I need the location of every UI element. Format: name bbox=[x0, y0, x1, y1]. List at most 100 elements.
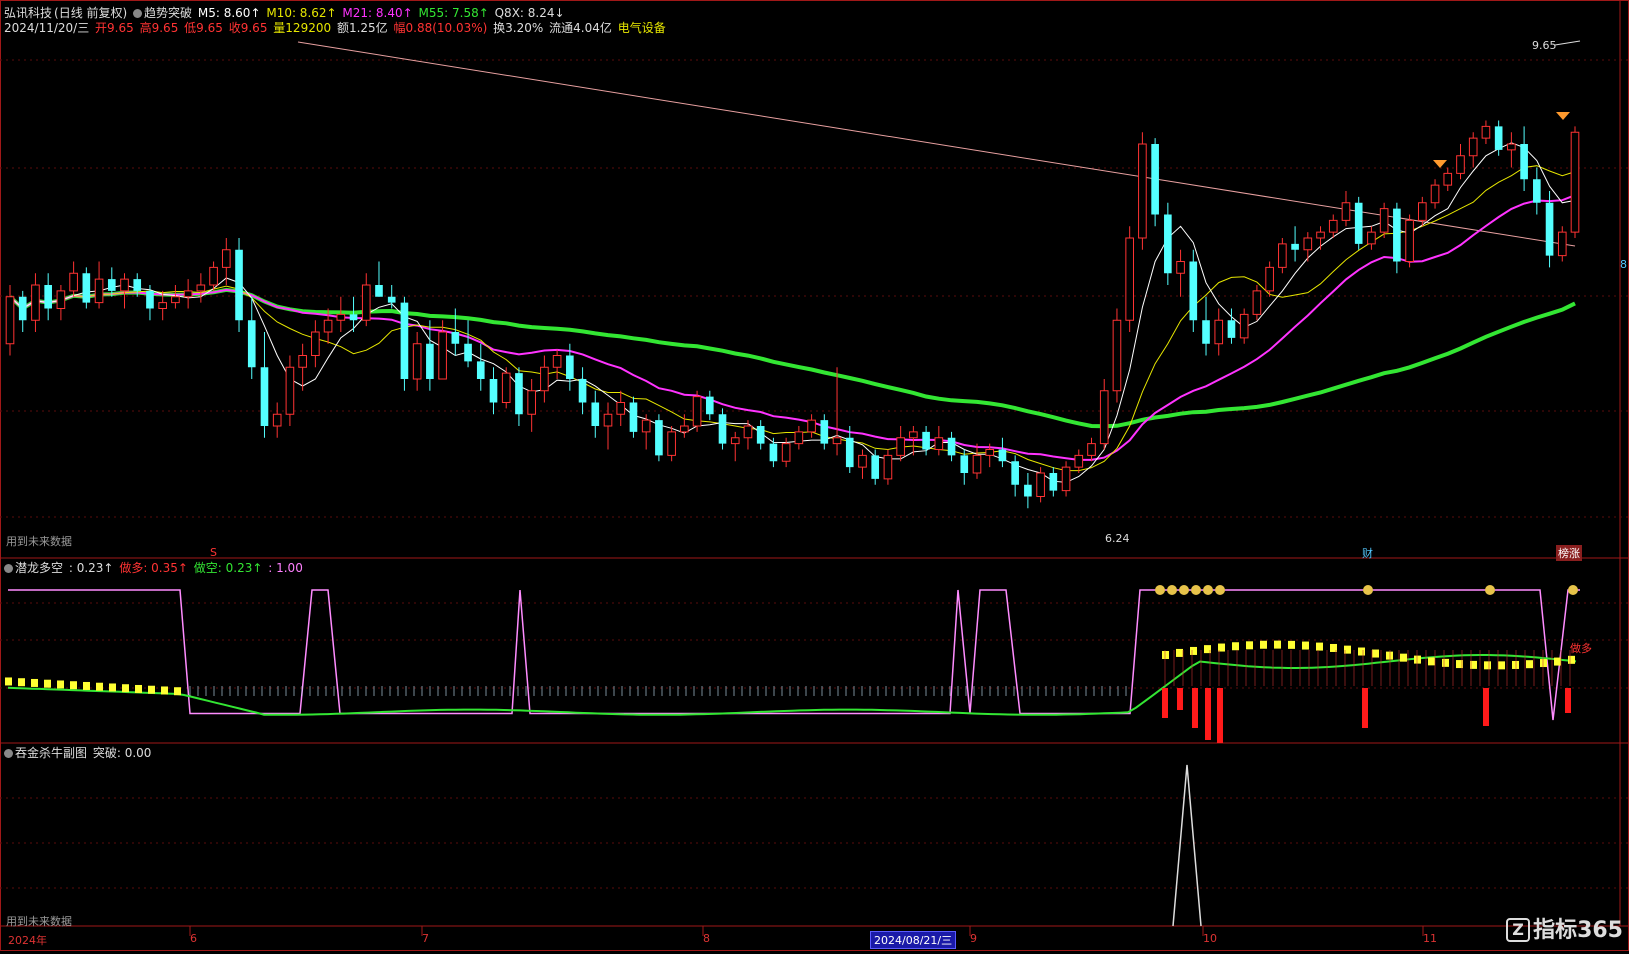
axis-label-jul: 7 bbox=[422, 932, 429, 945]
sub1-settings-circle-icon[interactable] bbox=[4, 564, 13, 573]
candle-body-up bbox=[794, 431, 804, 445]
sub1-yellow-square bbox=[1260, 640, 1267, 649]
sub1-short-value: 做空: 0.23↑ bbox=[193, 561, 263, 575]
sub2-header: 吞金杀牛副图 突破: 0.00 bbox=[4, 746, 153, 760]
low-price-label: 6.24 bbox=[1105, 532, 1130, 545]
quote-sector[interactable]: 电气设备 bbox=[618, 21, 666, 35]
candle-body-up bbox=[540, 366, 549, 392]
candle-body-up bbox=[1405, 219, 1414, 262]
candle-body-up bbox=[272, 413, 282, 427]
candle-body-down bbox=[489, 379, 498, 403]
candle-body-up bbox=[361, 284, 371, 321]
candle-body-down bbox=[1393, 208, 1401, 262]
candle-body-down bbox=[387, 296, 396, 303]
candle-body-down bbox=[18, 296, 27, 321]
quote-date: 2024/11/20/三 bbox=[4, 21, 90, 35]
chart-stage[interactable] bbox=[0, 0, 1629, 951]
candle-body-up bbox=[336, 313, 346, 321]
high-arrow-line bbox=[1554, 40, 1581, 46]
sub1-yellow-square bbox=[174, 687, 181, 696]
sub1-red-bar bbox=[1205, 688, 1211, 740]
sub1-yellow-square bbox=[1358, 647, 1365, 656]
limit-up-marker[interactable]: 榜涨 bbox=[1556, 545, 1582, 561]
quote-float: 流通4.04亿 bbox=[549, 21, 612, 35]
sub1-yellow-square bbox=[44, 679, 51, 688]
candle-body-up bbox=[1074, 454, 1084, 468]
sub1-name[interactable]: 潜龙多空 bbox=[15, 561, 63, 575]
brand-logo-icon: Z bbox=[1506, 918, 1531, 942]
sub1-yellow-square bbox=[1484, 661, 1491, 670]
quote-open: 开9.65 bbox=[95, 21, 134, 35]
candle-body-up bbox=[1481, 125, 1491, 139]
candle-body-up bbox=[1125, 237, 1134, 321]
sub1-yellow-square bbox=[135, 684, 142, 693]
candle-body-down bbox=[515, 373, 523, 415]
axis-label-jun: 6 bbox=[190, 932, 197, 945]
candle-body-up bbox=[1214, 319, 1224, 345]
sub2-breakout-spike bbox=[1172, 764, 1202, 927]
sub1-yellow-square bbox=[161, 686, 168, 695]
candle-body-up bbox=[680, 425, 689, 433]
stock-name[interactable]: 弘讯科技 bbox=[4, 6, 52, 20]
quote-low: 低9.65 bbox=[184, 21, 223, 35]
candle-body-up bbox=[94, 278, 104, 304]
candle-body-up bbox=[667, 431, 676, 456]
candle-body-up bbox=[832, 437, 842, 445]
right-edge-label: 8 bbox=[1620, 258, 1627, 271]
candle-body-up bbox=[209, 266, 218, 286]
s-marker: S bbox=[210, 546, 217, 559]
candle-body-down bbox=[1189, 261, 1198, 321]
candle-body-up bbox=[1430, 184, 1440, 204]
money-bag-icon bbox=[1363, 585, 1373, 595]
candle-body-up bbox=[1341, 202, 1351, 221]
money-bag-icon bbox=[1179, 585, 1189, 595]
gem-marker-icon-1 bbox=[1556, 112, 1570, 120]
ma10-line bbox=[9, 165, 1576, 472]
candle-body-down bbox=[705, 396, 714, 415]
selected-date-box[interactable]: 2024/08/21/三 bbox=[870, 931, 957, 949]
sub1-red-bar bbox=[1177, 688, 1183, 710]
indicator-name[interactable]: 趋势突破 bbox=[144, 6, 192, 20]
high-price-label: 9.65 bbox=[1532, 39, 1557, 52]
candle-body-down bbox=[133, 279, 142, 291]
ma21-value: M21: 8.40↑ bbox=[342, 6, 413, 20]
quote-turnover: 换3.20% bbox=[493, 21, 544, 35]
money-bag-icon bbox=[1215, 585, 1225, 595]
sub1-main-value: : 0.23↑ bbox=[68, 561, 114, 575]
sub1-yellow-square bbox=[1568, 655, 1575, 664]
candle-body-up bbox=[985, 449, 995, 456]
ma10-value: M10: 8.62↑ bbox=[266, 6, 337, 20]
kline-svg bbox=[0, 0, 1629, 951]
candle-body-up bbox=[438, 331, 447, 380]
sub2-settings-circle-icon[interactable] bbox=[4, 749, 13, 758]
candle-body-up bbox=[730, 437, 740, 445]
settings-circle-icon[interactable] bbox=[133, 9, 143, 18]
candle-body-up bbox=[31, 284, 40, 321]
candle-body-up bbox=[1557, 231, 1567, 257]
cai-marker[interactable]: 财 bbox=[1362, 545, 1373, 561]
candle-body-up bbox=[120, 278, 129, 292]
chart-mode[interactable]: (日线 前复权) bbox=[54, 6, 127, 20]
sub2-name[interactable]: 吞金杀牛副图 bbox=[15, 746, 87, 760]
candle-body-up bbox=[412, 343, 422, 380]
money-bag-icon bbox=[1155, 585, 1165, 595]
candle-body-down bbox=[1164, 214, 1172, 274]
sub1-yellow-square bbox=[1176, 648, 1183, 657]
candle-body-up bbox=[1303, 237, 1313, 251]
candle-body-down bbox=[1227, 320, 1236, 338]
candle-body-down bbox=[1202, 320, 1210, 344]
candle-body-up bbox=[1176, 261, 1185, 274]
candle-body-down bbox=[44, 285, 52, 309]
candle-body-down bbox=[1291, 243, 1299, 250]
sub1-green-curve bbox=[7, 654, 1577, 716]
candle-body-up bbox=[1468, 137, 1478, 157]
candle-body-down bbox=[820, 420, 829, 444]
candle-body-up bbox=[1278, 243, 1287, 268]
candle-body-up bbox=[5, 296, 15, 345]
sub1-yellow-square bbox=[1162, 651, 1169, 659]
candle-body-up bbox=[1418, 202, 1427, 221]
sub1-yellow-square bbox=[109, 683, 116, 692]
candle-body-down bbox=[1151, 144, 1159, 215]
sub2-watermark: 用到未来数据 bbox=[6, 915, 72, 928]
outer-frame bbox=[0, 0, 1629, 951]
